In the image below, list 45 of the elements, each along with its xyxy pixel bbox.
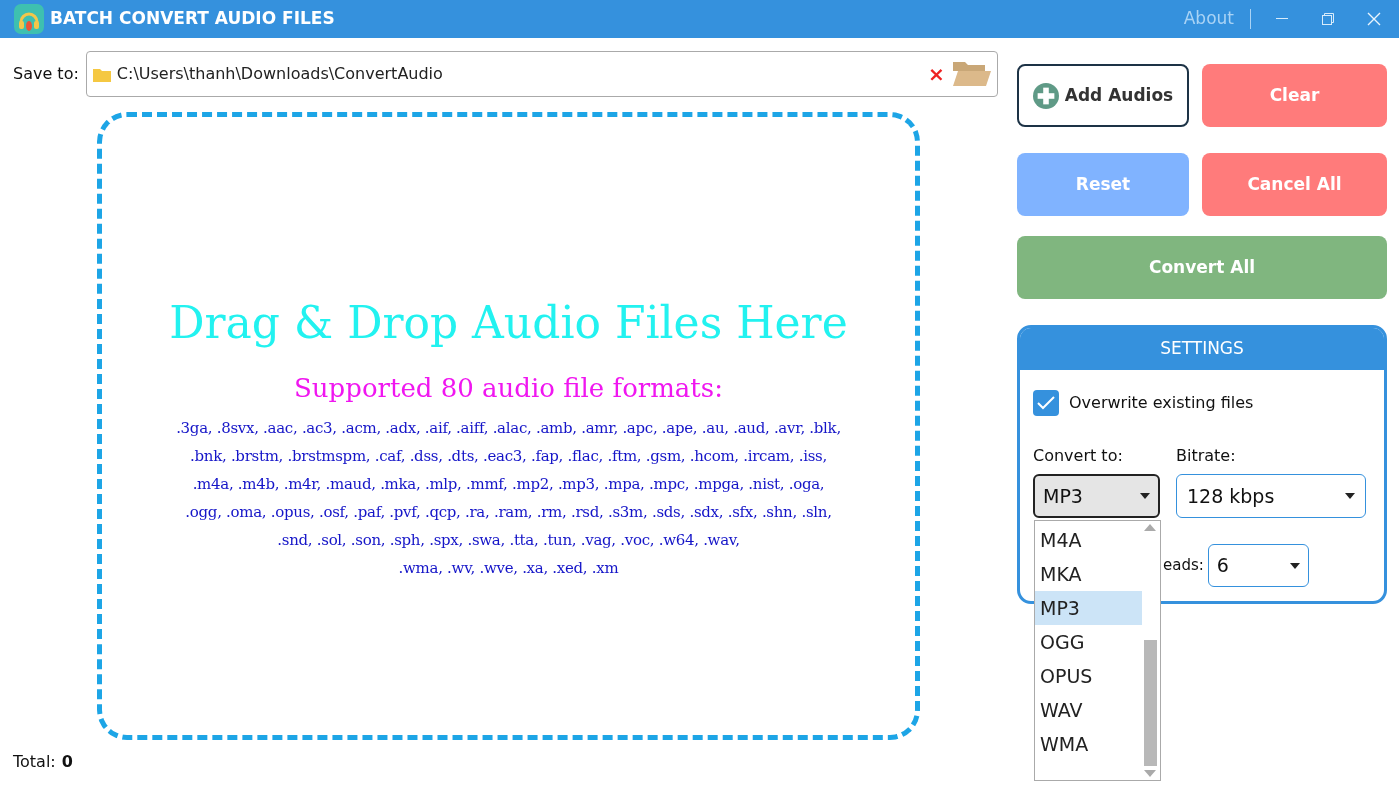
convert-to-label: Convert to: [1033, 445, 1124, 467]
clear-path-button[interactable]: × [928, 59, 945, 89]
total-label: Total: [13, 751, 56, 773]
formats-subtitle: Supported 80 audio file formats: [294, 371, 723, 405]
checkmark-icon [1037, 396, 1055, 410]
format-select[interactable]: MP3 [1033, 474, 1160, 518]
caret-icon [1140, 493, 1150, 499]
plus-icon [1032, 82, 1059, 109]
minimize-icon [1276, 18, 1288, 20]
save-path-field[interactable]: C:\Users\thanh\Downloads\ConvertAudio × [85, 51, 998, 97]
save-to-label: Save to: [13, 63, 79, 85]
format-option[interactable]: OPUS [1035, 659, 1142, 693]
total-count: 0 [61, 751, 73, 773]
overwrite-checkbox[interactable] [1033, 390, 1059, 416]
formats-line: .3ga, .8svx, .aac, .ac3, .acm, .adx, .aif, .aiff, .alac, .amb, .amr, .apc, .ape, .au, .aud, .avr, .blk, [176, 417, 841, 439]
headphones-icon [14, 4, 44, 34]
folder-icon [92, 66, 111, 82]
formats-line: .bnk, .brstm, .brstmspm, .caf, .dss, .dts, .eac3, .fap, .flac, .ftm, .gsm, .hcom, .ircam, .iss, [190, 445, 827, 467]
add-audios-button[interactable]: Add Audios [1017, 64, 1189, 127]
caret-icon [1289, 562, 1300, 569]
drop-zone[interactable] [97, 112, 920, 740]
format-option[interactable]: WAV [1035, 693, 1142, 727]
formats-line: .wma, .wv, .wve, .xa, .xed, .xm [398, 557, 619, 579]
format-option[interactable]: M4A [1035, 523, 1142, 557]
window-title: BATCH CONVERT AUDIO FILES [50, 7, 335, 31]
format-option[interactable]: WMA [1035, 727, 1142, 761]
format-option[interactable]: OGG [1035, 625, 1142, 659]
settings-header: SETTINGS [1020, 328, 1384, 370]
restore-icon [1322, 13, 1334, 25]
close-icon [1367, 12, 1381, 26]
formats-line: .m4a, .m4b, .m4r, .maud, .mka, .mlp, .mmf, .mp2, .mp3, .mpa, .mpc, .mpga, .nist, .oga, [192, 473, 825, 495]
threads-select[interactable]: 6 [1207, 544, 1309, 587]
bitrate-label: Bitrate: [1176, 445, 1237, 467]
drop-headline: Drag & Drop Audio Files Here [169, 295, 848, 350]
threads-label: eads: [1163, 555, 1204, 577]
caret-icon [1345, 493, 1355, 499]
save-path-value: C:\Users\thanh\Downloads\ConvertAudio [116, 63, 444, 85]
formats-line: .ogg, .oma, .opus, .osf, .paf, .pvf, .qcp, .ra, .ram, .rm, .rsd, .s3m, .sds, .sdx, .sfx, .shn, .sln, [185, 501, 832, 523]
format-option[interactable]: MP3 [1035, 591, 1142, 625]
scroll-up-icon[interactable] [1144, 524, 1156, 531]
overwrite-label: Overwrite existing files [1069, 392, 1254, 414]
format-option[interactable]: MKA [1035, 557, 1142, 591]
formats-line: .snd, .sol, .son, .sph, .spx, .swa, .tta, .tun, .vag, .voc, .w64, .wav, [277, 529, 740, 551]
scroll-down-icon[interactable] [1144, 770, 1156, 777]
bitrate-select[interactable]: 128 kbps [1176, 474, 1366, 518]
